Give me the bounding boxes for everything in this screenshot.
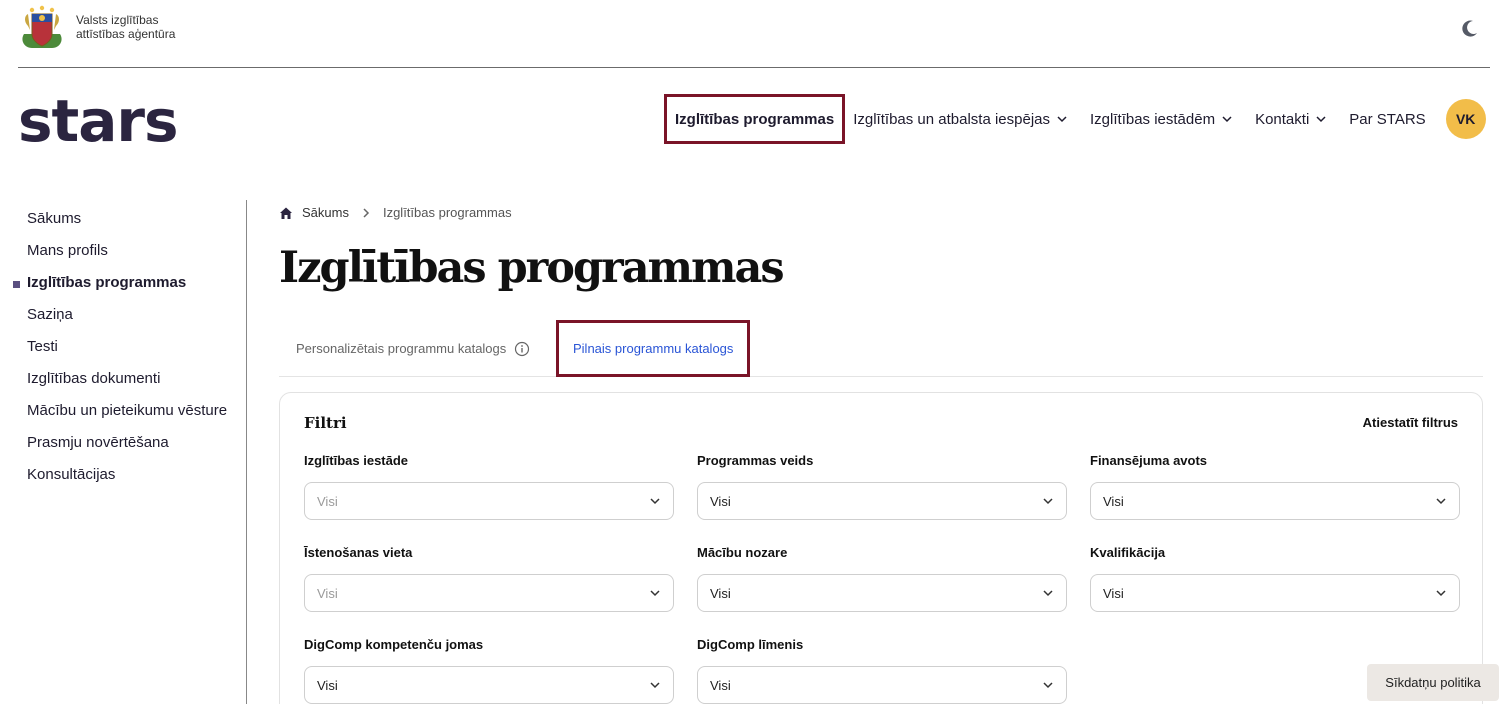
catalog-tabs: Personalizētais programmu katalogs Pilna… [279, 320, 1483, 377]
chevron-down-icon [1436, 590, 1446, 597]
filter-value: Visi [317, 585, 338, 601]
chevron-down-icon [650, 498, 660, 505]
agency-name-line2: attīstības aģentūra [76, 27, 176, 41]
filter-macibu-nozare: Mācību nozare Visi [697, 545, 1067, 612]
nav-item-label: Par STARS [1349, 110, 1426, 128]
sidebar-item-testi[interactable]: Testi [0, 328, 246, 360]
sidebar-item-izglitibas-programmas[interactable]: Izglītības programmas [0, 264, 246, 296]
main-nav: Izglītības programmas Izglītības un atba… [664, 94, 1486, 144]
filter-value: Visi [317, 677, 338, 693]
nav-item-par-stars[interactable]: Par STARS [1349, 94, 1425, 144]
nav-item-label: Izglītības un atbalsta iespējas [853, 110, 1051, 128]
chevron-down-icon [1316, 116, 1326, 123]
filter-label: DigComp kompetenču jomas [304, 637, 484, 652]
nav-item-label: Izglītības iestādēm [1090, 110, 1216, 128]
filter-istenosanas-vieta: Īstenošanas vieta Visi [304, 545, 674, 612]
filter-value: Visi [1103, 493, 1124, 509]
tab-label: Pilnais programmu katalogs [573, 341, 734, 356]
chevron-down-icon [1043, 498, 1053, 505]
filter-select[interactable]: Visi [304, 482, 674, 520]
chevron-down-icon [650, 590, 660, 597]
breadcrumb-home-link[interactable]: Sākums [302, 205, 349, 220]
filter-select[interactable]: Visi [1090, 574, 1460, 612]
filter-digcomp-kompetencu-jomas: DigComp kompetenču jomas Visi [304, 637, 674, 704]
sidebar: Sākums Mans profils Izglītības programma… [0, 200, 247, 704]
user-avatar[interactable]: VK [1445, 99, 1486, 139]
reset-filters-button[interactable]: Atiestatīt filtrus [1363, 415, 1458, 430]
filter-select[interactable]: Visi [697, 574, 1067, 612]
filter-select[interactable]: Visi [697, 666, 1067, 704]
filter-label: Mācību nozare [697, 545, 788, 560]
agency-name: Valsts izglītības attīstības aģentūra [76, 13, 175, 41]
nav-item-label: Kontakti [1255, 110, 1310, 128]
chevron-right-icon [363, 207, 370, 218]
page-title: Izglītības programmas [279, 243, 785, 293]
chevron-down-icon [650, 682, 660, 689]
filter-value: Visi [317, 493, 338, 509]
tab-personalized-catalog[interactable]: Personalizētais programmu katalogs [296, 320, 530, 377]
tab-label: Personalizētais programmu katalogs [296, 341, 507, 356]
nav-item-izglitibas-iestadem[interactable]: Izglītības iestādēm [1090, 94, 1233, 144]
cookie-policy-button[interactable]: Sīkdatņu politika [1367, 664, 1499, 701]
filter-value: Visi [1103, 585, 1124, 601]
filter-select[interactable]: Visi [304, 574, 674, 612]
filter-label: Kvalifikācija [1090, 545, 1166, 560]
filter-digcomp-limenis: DigComp līmenis Visi [697, 637, 1067, 704]
nav-item-izglitibas-un-atbalsta-iespejas[interactable]: Izglītības un atbalsta iespējas [853, 94, 1068, 144]
sidebar-item-sakums[interactable]: Sākums [0, 200, 246, 232]
breadcrumb: Sākums Izglītības programmas [279, 205, 512, 220]
sidebar-item-prasmju-novertesana[interactable]: Prasmju novērtēšana [0, 424, 246, 456]
breadcrumb-current: Izglītības programmas [382, 205, 512, 220]
nav-item-kontakti[interactable]: Kontakti [1255, 94, 1327, 144]
top-bar: Valsts izglītības attīstības aģentūra [18, 0, 1490, 68]
chevron-down-icon [1222, 116, 1232, 123]
info-icon[interactable] [514, 341, 530, 357]
filter-label: Programmas veids [697, 453, 814, 468]
sidebar-item-macibu-un-pieteikumu-vesture[interactable]: Mācību un pieteikumu vēsture [0, 392, 246, 424]
chevron-down-icon [1043, 590, 1053, 597]
latvia-coat-of-arms-icon [22, 5, 62, 48]
filter-select[interactable]: Visi [304, 666, 674, 704]
filters-panel: Filtri Atiestatīt filtrus Izglītības ies… [279, 392, 1483, 704]
home-icon[interactable] [279, 206, 293, 220]
filter-kvalifikacija: Kvalifikācija Visi [1090, 545, 1460, 612]
agency-name-line1: Valsts izglītības [76, 13, 159, 27]
filter-value: Visi [710, 493, 731, 509]
chevron-down-icon [1436, 498, 1446, 505]
chevron-down-icon [1057, 116, 1067, 123]
sidebar-item-sazina[interactable]: Saziņa [0, 296, 246, 328]
chevron-down-icon [1043, 682, 1053, 689]
filter-finansejuma-avots: Finansējuma avots Visi [1090, 453, 1460, 520]
nav-item-izglitibas-programmas[interactable]: Izglītības programmas [664, 94, 846, 144]
nav-item-label: Izglītības programmas [675, 110, 835, 128]
sidebar-item-konsultacijas[interactable]: Konsultācijas [0, 456, 246, 488]
filter-izglitibas-iestade: Izglītības iestāde Visi [304, 453, 674, 520]
tab-full-catalog[interactable]: Pilnais programmu katalogs [556, 320, 751, 377]
filter-value: Visi [710, 677, 731, 693]
filter-label: DigComp līmenis [697, 637, 804, 652]
filter-programmas-veids: Programmas veids Visi [697, 453, 1067, 520]
filter-label: Īstenošanas vieta [304, 545, 413, 560]
filter-label: Izglītības iestāde [304, 453, 409, 468]
dark-mode-toggle-icon[interactable] [1460, 18, 1480, 38]
stars-logo[interactable]: stars [18, 86, 179, 156]
filter-value: Visi [710, 585, 731, 601]
sidebar-item-izglitibas-dokumenti[interactable]: Izglītības dokumenti [0, 360, 246, 392]
filter-select[interactable]: Visi [1090, 482, 1460, 520]
filter-label: Finansējuma avots [1090, 453, 1208, 468]
filters-title: Filtri [304, 414, 347, 432]
filter-select[interactable]: Visi [697, 482, 1067, 520]
sidebar-item-mans-profils[interactable]: Mans profils [0, 232, 246, 264]
